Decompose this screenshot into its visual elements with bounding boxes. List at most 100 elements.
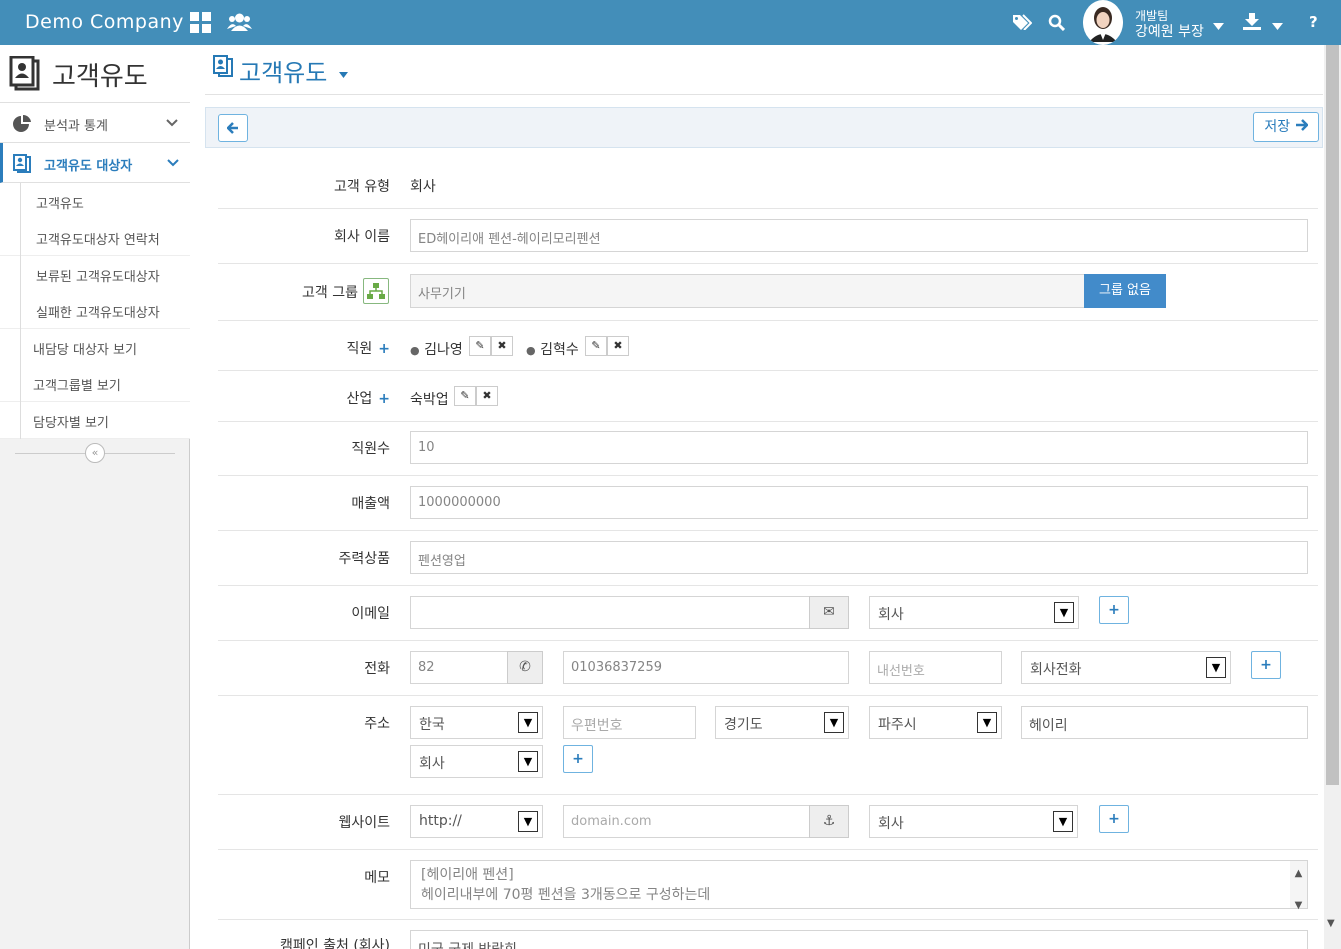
sidebar-subitem-held-leads[interactable]: 보류된 고객유도대상자 — [0, 256, 190, 293]
arrow-left-icon — [226, 122, 238, 134]
field-label: 산업 + — [347, 388, 391, 408]
sidebar-subitem-my-targets[interactable]: 내담당 대상자 보기 — [0, 329, 190, 366]
company-name-input[interactable]: ED헤이리애 펜션-헤이리모리펜션 — [410, 219, 1308, 252]
chevron-down-icon: ▼ — [824, 712, 844, 733]
province-select[interactable]: 경기도 ▼ — [715, 706, 849, 739]
add-website-button[interactable]: + — [1099, 805, 1129, 833]
add-staff-icon[interactable]: + — [378, 341, 390, 357]
save-button[interactable]: 저장 — [1253, 112, 1319, 142]
staff-tag: ● 김혁수 — [526, 339, 579, 359]
user-avatar[interactable] — [1083, 0, 1123, 45]
field-label: 이메일 — [351, 606, 390, 622]
user-name[interactable]: 강예원 부장 — [1135, 21, 1204, 41]
user-icon: ● — [526, 344, 536, 357]
scroll-down-icon[interactable]: ▼ — [1327, 918, 1335, 929]
edit-icon[interactable]: ✎ — [454, 386, 476, 406]
field-label: 메모 — [364, 870, 390, 886]
address-type-select[interactable]: 회사 ▼ — [410, 745, 543, 778]
phone-icon: ✆ — [507, 651, 543, 684]
org-chart-icon[interactable] — [363, 278, 389, 304]
staff-name: 김혁수 — [540, 342, 579, 358]
employees-input[interactable]: 10 — [410, 431, 1308, 464]
tags-icon[interactable] — [1012, 14, 1033, 34]
sidebar-item-analytics[interactable]: 분석과 통계 — [0, 103, 190, 143]
city-select[interactable]: 파주시 ▼ — [869, 706, 1002, 739]
collapse-sidebar-icon[interactable]: « — [85, 443, 105, 463]
sidebar-subitem-label: 고객유도대상자 연락처 — [36, 233, 160, 248]
sidebar-subitem-leads[interactable]: 고객유도 — [0, 183, 190, 220]
field-label: 주력상품 — [338, 551, 390, 567]
sidebar-subitem-label: 담당자별 보기 — [33, 416, 109, 431]
extension-input[interactable]: 내선번호 — [869, 651, 1002, 684]
sidebar-subitem-lead-contacts[interactable]: 고객유도대상자 연락처 — [0, 219, 190, 256]
edit-icon[interactable]: ✎ — [585, 336, 607, 356]
users-icon[interactable] — [227, 12, 252, 36]
apps-grid-icon[interactable] — [190, 12, 211, 37]
download-icon[interactable] — [1243, 13, 1261, 34]
country-select[interactable]: 한국 ▼ — [410, 706, 543, 739]
phone-number-input[interactable]: 01036837259 — [563, 651, 849, 684]
chevron-down-icon — [167, 156, 179, 171]
edit-icon[interactable]: ✎ — [469, 336, 491, 356]
revenue-input[interactable]: 1000000000 — [410, 486, 1308, 519]
top-navbar: Demo Company 개발팀 강예원 부장 ? — [0, 0, 1341, 45]
contact-book-icon — [9, 55, 43, 96]
memo-textarea[interactable]: [헤이리애 펜션] 헤이리내부에 70평 펜션을 3개동으로 구성하는데 ▲ ▼ — [410, 860, 1308, 911]
field-label: 고객 그룹 — [302, 285, 358, 301]
anchor-icon: ⚓ — [809, 805, 849, 838]
protocol-select[interactable]: http:// ▼ — [410, 805, 543, 838]
sidebar-subitem-failed-leads[interactable]: 실패한 고객유도대상자 — [0, 292, 190, 329]
add-email-button[interactable]: + — [1099, 596, 1129, 624]
chevron-down-icon: ▼ — [518, 811, 538, 832]
sidebar-subitem-label: 실패한 고객유도대상자 — [36, 306, 160, 321]
page-scrollbar[interactable]: ▼ — [1324, 45, 1341, 949]
sidebar-subitem-by-group[interactable]: 고객그룹별 보기 — [0, 365, 190, 402]
sidebar-title: 고객유도 — [52, 62, 148, 92]
memo-line: 헤이리내부에 70평 펜션을 3개동으로 구성하는데 — [421, 887, 711, 903]
sidebar-item-label: 분석과 통계 — [44, 119, 108, 134]
add-industry-icon[interactable]: + — [378, 391, 390, 407]
remove-icon[interactable]: ✖ — [607, 336, 629, 356]
field-label: 회사 이름 — [334, 229, 390, 245]
form-row-email: 이메일 ✉ 회사 ▼ + — [218, 586, 1318, 641]
select-value: 경기도 — [724, 717, 763, 733]
email-type-select[interactable]: 회사 ▼ — [869, 596, 1079, 629]
title-caret-icon[interactable] — [339, 67, 348, 82]
remove-icon[interactable]: ✖ — [491, 336, 513, 356]
staff-tag: ● 김나영 — [410, 339, 463, 359]
country-code-input[interactable]: 82 — [410, 651, 508, 684]
scrollbar-thumb[interactable] — [1326, 45, 1339, 785]
memo-scrollbar[interactable]: ▲ ▼ — [1290, 861, 1307, 911]
remove-icon[interactable]: ✖ — [476, 386, 498, 406]
field-label-text: 산업 — [346, 391, 373, 407]
page-title[interactable]: 고객유도 — [239, 53, 327, 88]
help-icon[interactable]: ? — [1309, 13, 1318, 31]
customer-type-value: 회사 — [410, 179, 436, 195]
email-input[interactable] — [410, 596, 810, 629]
website-type-select[interactable]: 회사 ▼ — [869, 805, 1078, 838]
user-icon: ● — [410, 344, 420, 357]
customer-group-input[interactable]: 사무기기 — [410, 274, 1085, 308]
campaign-select[interactable]: 미국 국제 박람회 — [410, 930, 1308, 949]
brand-name[interactable]: Demo Company — [25, 11, 184, 33]
sidebar-item-lead-targets[interactable]: 고객유도 대상자 — [0, 143, 190, 183]
form-toolbar: 저장 — [205, 107, 1323, 148]
search-icon[interactable] — [1048, 14, 1066, 35]
phone-type-select[interactable]: 회사전화 ▼ — [1021, 651, 1231, 684]
no-group-button[interactable]: 그룹 없음 — [1084, 274, 1166, 308]
field-label: 매출액 — [351, 496, 390, 512]
download-menu-caret-icon[interactable] — [1272, 19, 1283, 34]
sidebar-subitem-label: 고객유도 — [36, 197, 84, 212]
domain-input[interactable]: domain.com — [563, 805, 810, 838]
street-input[interactable]: 헤이리 — [1021, 706, 1308, 739]
back-button[interactable] — [218, 114, 248, 142]
save-button-label: 저장 — [1264, 119, 1291, 135]
add-address-button[interactable]: + — [563, 745, 593, 773]
industry-tag: 숙박업 — [410, 392, 449, 408]
user-menu-caret-icon[interactable] — [1213, 19, 1224, 34]
main-product-input[interactable]: 펜션영업 — [410, 541, 1308, 574]
sidebar-subitem-label: 고객그룹별 보기 — [33, 379, 121, 394]
zip-input[interactable]: 우편번호 — [563, 706, 696, 739]
sidebar-subitem-by-owner[interactable]: 담당자별 보기 — [0, 402, 190, 439]
add-phone-button[interactable]: + — [1251, 651, 1281, 679]
